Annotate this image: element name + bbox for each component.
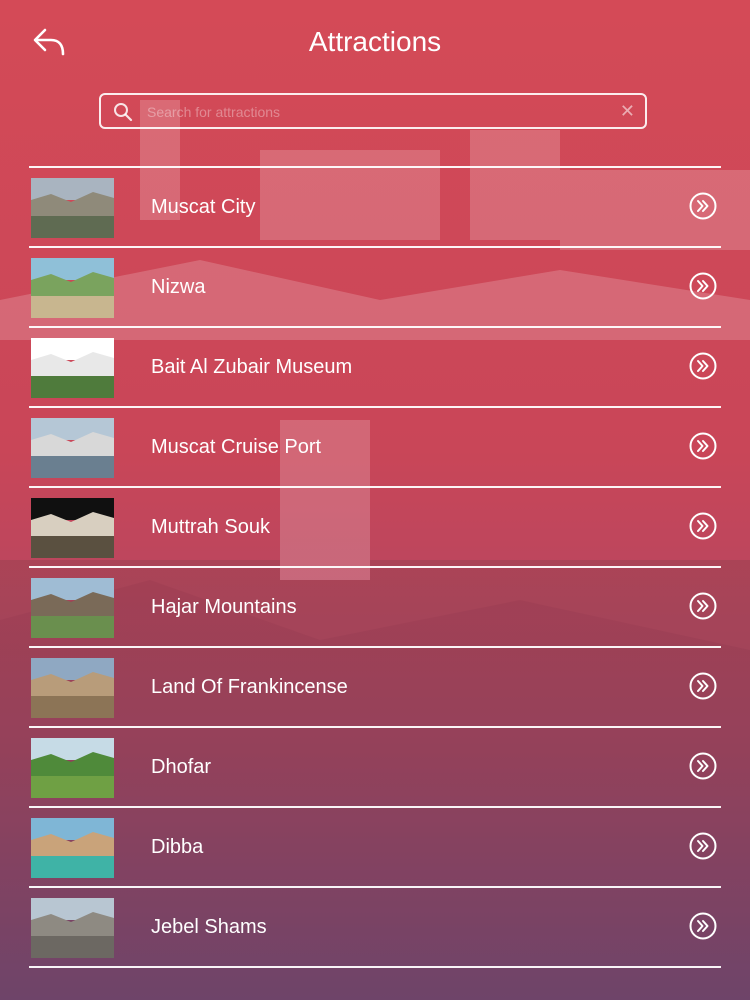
search-input[interactable] — [145, 99, 609, 125]
attractions-screen: Attractions ✕ Muscat City Nizwa Bait Al Zu… — [0, 0, 750, 1000]
search-bar[interactable]: ✕ — [99, 93, 647, 129]
chevron-double-right-circle-icon[interactable] — [689, 592, 717, 620]
chevron-double-right-circle-icon[interactable] — [689, 832, 717, 860]
attraction-name: Hajar Mountains — [151, 596, 297, 618]
attraction-name: Muscat City — [151, 196, 256, 218]
attraction-thumbnail — [31, 418, 114, 478]
attraction-thumbnail — [31, 818, 114, 878]
chevron-double-right-circle-icon[interactable] — [689, 352, 717, 380]
chevron-double-right-circle-icon[interactable] — [689, 752, 717, 780]
attraction-thumbnail — [31, 258, 114, 318]
header-bar: Attractions — [0, 0, 750, 84]
chevron-double-right-circle-icon[interactable] — [689, 432, 717, 460]
list-item[interactable]: Muscat City — [29, 168, 721, 248]
list-item[interactable]: Land Of Frankincense — [29, 648, 721, 728]
attraction-thumbnail — [31, 658, 114, 718]
attractions-list: Muscat City Nizwa Bait Al Zubair Museum Mus… — [29, 166, 721, 968]
chevron-double-right-circle-icon[interactable] — [689, 672, 717, 700]
list-item[interactable]: Jebel Shams — [29, 888, 721, 968]
attraction-name: Dhofar — [151, 756, 212, 778]
attraction-name: Nizwa — [151, 276, 206, 298]
attraction-name: Muscat Cruise Port — [151, 436, 322, 458]
attraction-name: Jebel Shams — [151, 916, 267, 938]
search-icon — [114, 103, 133, 122]
attraction-name: Bait Al Zubair Museum — [151, 356, 353, 378]
attraction-thumbnail — [31, 338, 114, 398]
list-item[interactable]: Muttrah Souk — [29, 488, 721, 568]
chevron-double-right-circle-icon[interactable] — [689, 192, 717, 220]
attraction-name: Muttrah Souk — [151, 516, 270, 538]
attraction-thumbnail — [31, 498, 114, 558]
attraction-thumbnail — [31, 578, 114, 638]
page-title: Attractions — [308, 26, 442, 57]
list-item[interactable]: Hajar Mountains — [29, 568, 721, 648]
chevron-double-right-circle-icon[interactable] — [689, 272, 717, 300]
list-item[interactable]: Dibba — [29, 808, 721, 888]
attraction-thumbnail — [31, 178, 114, 238]
attraction-name: Land Of Frankincense — [151, 676, 348, 698]
chevron-double-right-circle-icon[interactable] — [689, 512, 717, 540]
list-item[interactable]: Dhofar — [29, 728, 721, 808]
clear-icon[interactable]: ✕ — [620, 100, 635, 122]
list-item[interactable]: Nizwa — [29, 248, 721, 328]
attraction-name: Dibba — [151, 836, 204, 858]
list-item[interactable]: Bait Al Zubair Museum — [29, 328, 721, 408]
list-item[interactable]: Muscat Cruise Port — [29, 408, 721, 488]
chevron-double-right-circle-icon[interactable] — [689, 912, 717, 940]
attraction-thumbnail — [31, 738, 114, 798]
attraction-thumbnail — [31, 898, 114, 958]
